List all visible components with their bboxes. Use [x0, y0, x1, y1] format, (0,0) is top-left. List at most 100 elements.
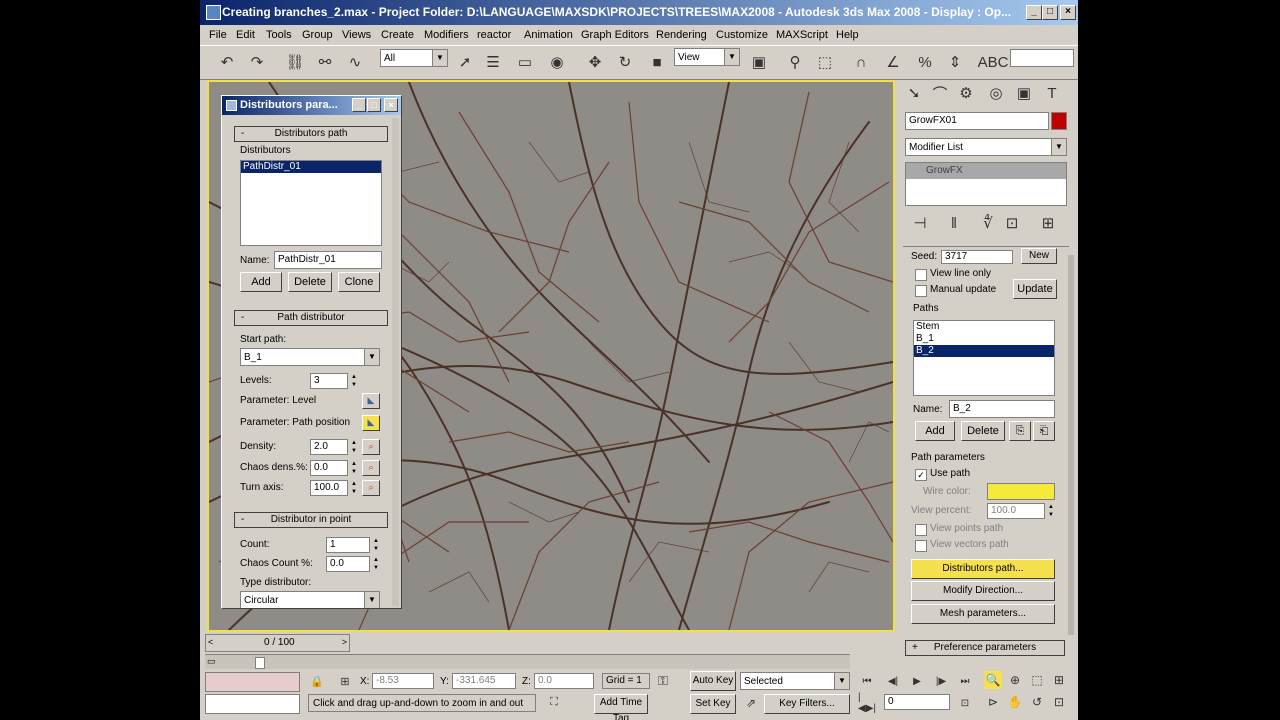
- spinner-snap-icon[interactable]: ⇕: [944, 51, 966, 73]
- view-percent-spinner[interactable]: ▲ ▼: [1047, 503, 1055, 519]
- turn-axis-field[interactable]: 100.0: [310, 480, 348, 496]
- select-and-move-icon[interactable]: ✥: [584, 51, 606, 73]
- modify-direction-button[interactable]: Modify Direction...: [911, 581, 1055, 601]
- view-vectors-path-checkbox[interactable]: [915, 540, 927, 552]
- snap-toggle-icon[interactable]: ∩: [850, 51, 872, 73]
- density-spinner[interactable]: ▲ ▼: [350, 439, 358, 455]
- distributor-in-point-rollout[interactable]: - Distributor in point: [234, 512, 388, 528]
- menu-file[interactable]: File: [209, 29, 227, 41]
- select-by-name-icon[interactable]: ☰: [482, 51, 504, 73]
- key-mode-toggle-icon[interactable]: |◀▶|: [858, 692, 876, 714]
- reference-coordinate-dropdown[interactable]: View ▼: [674, 48, 740, 66]
- menu-customize[interactable]: Customize: [716, 29, 768, 41]
- menu-maxscript[interactable]: MAXScript: [776, 29, 828, 41]
- dialog-maximize-button[interactable]: □: [367, 98, 381, 112]
- start-path-dropdown[interactable]: B_1 ▼: [240, 348, 380, 366]
- density-field[interactable]: 2.0: [310, 439, 348, 455]
- selection-lock-icon[interactable]: ⛶: [544, 693, 564, 711]
- pin-stack-icon[interactable]: ⊣: [909, 212, 931, 234]
- menu-animation[interactable]: Animation: [524, 29, 573, 41]
- key-mode-icon[interactable]: ⚿: [652, 670, 674, 692]
- update-button[interactable]: Update: [1013, 279, 1057, 299]
- modify-tab-icon[interactable]: ⌒: [929, 82, 951, 104]
- distributors-listbox[interactable]: PathDistr_01: [240, 160, 382, 246]
- pan-icon[interactable]: ✋: [1006, 693, 1024, 711]
- auto-key-button[interactable]: Auto Key: [690, 671, 736, 691]
- delete-path-button[interactable]: Delete: [961, 421, 1005, 441]
- menu-edit[interactable]: Edit: [236, 29, 255, 41]
- unlink-icon[interactable]: ⚯: [314, 51, 336, 73]
- show-end-result-icon[interactable]: ‖: [943, 212, 965, 234]
- angle-snap-icon[interactable]: ∠: [882, 51, 904, 73]
- turn-axis-graph-icon[interactable]: ⌕: [362, 480, 380, 496]
- named-selection-sets-field[interactable]: [1010, 49, 1074, 67]
- zoom-extents-icon[interactable]: ⬚: [1028, 671, 1046, 689]
- next-frame-icon[interactable]: |▶: [932, 672, 950, 690]
- menu-graph-editors[interactable]: Graph Editors: [581, 29, 649, 41]
- set-keys-icon[interactable]: ⇗: [740, 692, 762, 714]
- time-slider[interactable]: < 0 / 100 >: [205, 634, 350, 652]
- menu-group[interactable]: Group: [302, 29, 333, 41]
- turn-axis-spinner[interactable]: ▲ ▼: [350, 480, 358, 496]
- menu-create[interactable]: Create: [381, 29, 414, 41]
- object-name-field[interactable]: GrowFX01: [905, 112, 1049, 130]
- slider-right-arrow[interactable]: >: [342, 637, 347, 647]
- hierarchy-tab-icon[interactable]: ⚙: [955, 82, 977, 104]
- delete-distributor-button[interactable]: Delete: [288, 272, 332, 292]
- maximize-viewport-icon[interactable]: ⊡: [1050, 693, 1068, 711]
- list-item-selected[interactable]: B_2: [914, 345, 1054, 357]
- utilities-tab-icon[interactable]: T: [1041, 82, 1063, 104]
- menu-tools[interactable]: Tools: [266, 29, 292, 41]
- clone-distributor-button[interactable]: Clone: [338, 272, 380, 292]
- menu-rendering[interactable]: Rendering: [656, 29, 707, 41]
- key-selection-dropdown[interactable]: Selected ▼: [740, 672, 850, 690]
- field-of-view-icon[interactable]: ⊳: [984, 693, 1002, 711]
- keyboard-shortcut-icon[interactable]: ⬚: [814, 51, 836, 73]
- key-filters-button[interactable]: Key Filters...: [764, 694, 850, 714]
- bind-space-warp-icon[interactable]: ∿: [344, 51, 366, 73]
- y-coordinate-field[interactable]: -331.645: [452, 673, 516, 689]
- count-spinner[interactable]: ▲ ▼: [372, 537, 380, 553]
- object-color-swatch[interactable]: [1051, 112, 1067, 130]
- path-position-curve-icon[interactable]: ◣: [362, 415, 380, 431]
- manual-update-checkbox[interactable]: [915, 285, 927, 297]
- time-configuration-icon[interactable]: ⊡: [956, 694, 974, 712]
- paste-path-icon[interactable]: ⎗: [1033, 421, 1055, 441]
- wire-color-swatch[interactable]: [987, 483, 1055, 500]
- path-name-field[interactable]: B_2: [949, 400, 1055, 418]
- stack-item-growfx[interactable]: GrowFX: [906, 163, 1066, 179]
- slider-left-arrow[interactable]: <: [208, 637, 213, 647]
- go-to-end-icon[interactable]: ⏭: [956, 672, 974, 690]
- redo-icon[interactable]: ↷: [246, 51, 268, 73]
- pivot-center-icon[interactable]: ▣: [748, 51, 770, 73]
- count-field[interactable]: 1: [326, 537, 370, 553]
- list-item[interactable]: Stem: [914, 321, 1054, 333]
- motion-tab-icon[interactable]: ◎: [985, 82, 1007, 104]
- select-and-link-icon[interactable]: ⛓: [284, 51, 306, 73]
- zoom-extents-all-icon[interactable]: ⊞: [1050, 671, 1068, 689]
- undo-icon[interactable]: ↶: [216, 51, 238, 73]
- menu-views[interactable]: Views: [342, 29, 371, 41]
- use-path-checkbox[interactable]: ✓: [915, 469, 927, 481]
- paths-listbox[interactable]: Stem B_1 B_2: [913, 320, 1055, 396]
- view-percent-field[interactable]: 100.0: [987, 503, 1045, 519]
- current-frame-field[interactable]: 0: [884, 694, 950, 710]
- display-tab-icon[interactable]: ▣: [1013, 82, 1035, 104]
- preference-parameters-rollout[interactable]: + Preference parameters: [905, 640, 1065, 656]
- make-unique-icon[interactable]: ∜: [977, 212, 999, 234]
- levels-spinner[interactable]: ▲ ▼: [350, 373, 358, 389]
- distributors-path-button[interactable]: Distributors path...: [911, 559, 1055, 579]
- modifier-list-dropdown[interactable]: Modifier List ▼: [905, 138, 1067, 156]
- menu-help[interactable]: Help: [836, 29, 859, 41]
- level-curve-icon[interactable]: ◣: [362, 393, 380, 409]
- lock-selection-icon[interactable]: 🔒: [308, 672, 326, 690]
- close-button[interactable]: ×: [1060, 5, 1076, 20]
- create-tab-icon[interactable]: ➘: [903, 82, 925, 104]
- type-distributor-dropdown[interactable]: Circular ▼: [240, 591, 380, 608]
- remove-modifier-icon[interactable]: ⊡: [1001, 212, 1023, 234]
- trackbar[interactable]: ▭: [205, 654, 850, 669]
- percent-snap-icon[interactable]: %: [914, 51, 936, 73]
- path-distributor-rollout[interactable]: - Path distributor: [234, 310, 388, 326]
- chaos-count-spinner[interactable]: ▲ ▼: [372, 556, 380, 572]
- seed-field[interactable]: 3717: [941, 250, 1013, 264]
